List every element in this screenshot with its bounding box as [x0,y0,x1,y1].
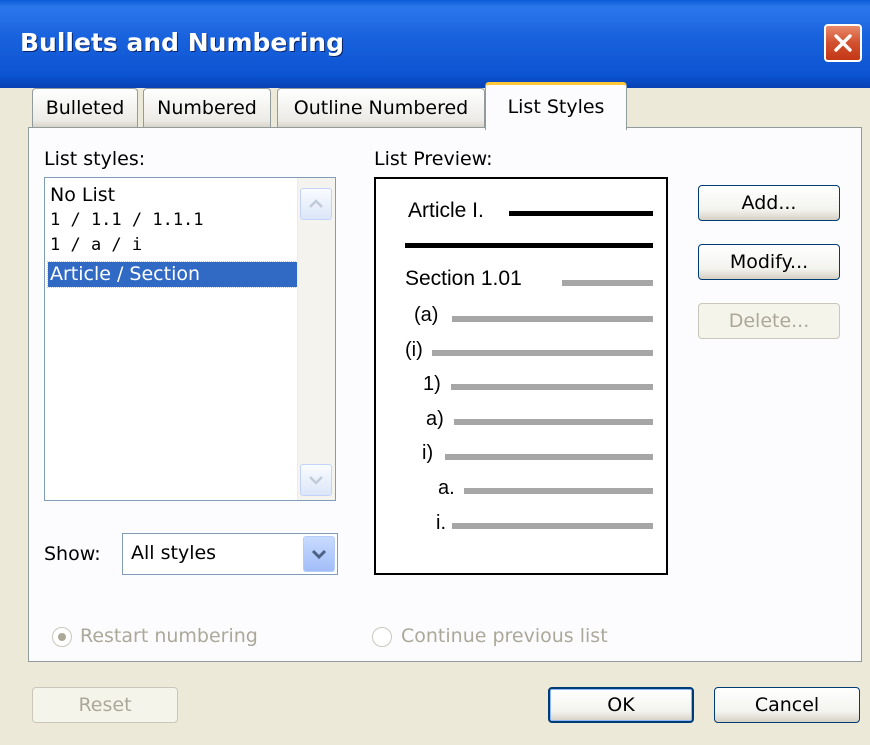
preview-line [445,454,653,460]
continue-previous-list-radio[interactable] [372,627,392,647]
preview-line [452,523,653,529]
ok-button[interactable]: OK [548,687,694,723]
chevron-down-icon [311,549,327,560]
preview-level-2: Section 1.01 [405,267,522,290]
preview-line [562,280,653,286]
preview-level-5: 1) [423,373,441,395]
tab-label: Bulleted [45,97,125,119]
preview-level-4: (i) [405,339,423,361]
list-item-selected[interactable]: Article / Section [47,261,300,288]
tab-bulleted[interactable]: Bulleted [32,88,138,128]
preview-level-9: i. [436,512,446,534]
list-item[interactable]: 1 / 1.1 / 1.1.1 [48,208,299,233]
list-styles-listbox[interactable]: No List 1 / 1.1 / 1.1.1 1 / a / i Articl… [44,177,336,501]
list-item[interactable]: 1 / a / i [48,233,299,258]
preview-level-3: (a) [414,304,439,326]
preview-level-7: i) [422,442,434,464]
tab-label: Outline Numbered [293,97,469,119]
show-dropdown-button[interactable] [303,536,335,572]
scroll-up-button[interactable] [300,188,332,220]
close-icon [834,34,852,52]
title-bar[interactable]: Bullets and Numbering [0,0,870,88]
tab-list-styles[interactable]: List Styles [485,82,627,130]
scroll-down-button[interactable] [300,464,332,496]
preview-line [464,488,653,494]
radio-dot [58,633,66,641]
delete-button[interactable]: Delete... [698,303,840,339]
tab-label: List Styles [507,96,605,118]
preview-line [405,243,653,248]
list-preview: Article I. Section 1.01 (a) (i) 1) a) i)… [374,177,668,575]
chevron-up-icon [309,199,323,208]
preview-line [454,419,653,425]
restart-numbering-radio[interactable] [52,627,72,647]
preview-level-1: Article I. [408,199,484,222]
preview-level-6: a) [426,408,444,430]
list-item[interactable]: No List [48,183,299,208]
tab-numbered[interactable]: Numbered [143,88,271,128]
show-select-value: All styles [131,542,217,564]
preview-level-8: a. [438,477,455,499]
preview-line [432,350,653,356]
tab-outline-numbered[interactable]: Outline Numbered [277,88,485,128]
continue-previous-list-label: Continue previous list [401,625,608,647]
list-preview-label: List Preview: [374,148,493,170]
preview-line [451,384,653,390]
chevron-down-icon [309,476,323,485]
tab-label: Numbered [157,97,257,119]
show-label: Show: [44,543,101,565]
modify-button[interactable]: Modify... [698,244,840,280]
cancel-button[interactable]: Cancel [714,687,860,723]
preview-line [509,211,653,216]
vertical-scrollbar[interactable] [297,178,335,500]
add-button[interactable]: Add... [698,185,840,221]
show-select[interactable]: All styles [122,533,338,575]
list-styles-label: List styles: [44,148,146,170]
close-button[interactable] [824,24,862,62]
restart-numbering-label: Restart numbering [80,625,258,647]
window-title: Bullets and Numbering [20,28,344,57]
reset-button[interactable]: Reset [32,687,178,723]
preview-line [452,316,653,322]
bullets-and-numbering-dialog: Bullets and Numbering Bulleted Numbered … [0,0,870,745]
